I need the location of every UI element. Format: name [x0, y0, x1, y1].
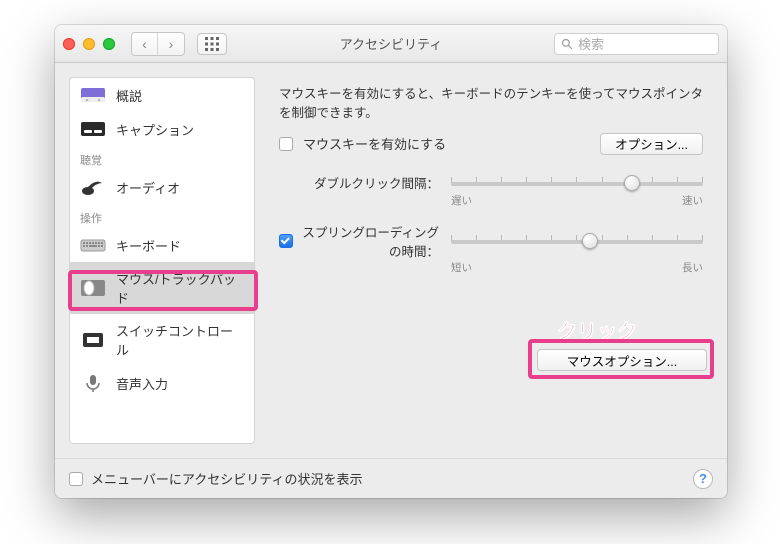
sidebar-item-mouse-trackpad[interactable]: マウス/トラックパッド: [70, 262, 254, 314]
spring-checkbox[interactable]: [279, 234, 293, 248]
close-button[interactable]: [63, 38, 75, 50]
long-label: 長い: [682, 260, 703, 275]
double-click-slider[interactable]: [451, 173, 703, 193]
switch-icon: [80, 330, 106, 350]
audio-icon: [80, 177, 106, 197]
sidebar-item-keyboard[interactable]: キーボード: [70, 228, 254, 262]
microphone-icon: [80, 373, 106, 393]
nav-buttons: ‹ ›: [131, 32, 185, 56]
mousekeys-description: マウスキーを有効にすると、キーボードのテンキーを使ってマウスポインタを制御できま…: [279, 85, 703, 123]
window-title: アクセシビリティ: [340, 34, 443, 53]
minimize-button[interactable]: [83, 38, 95, 50]
sidebar-group-interact: 操作: [70, 204, 254, 228]
mousekeys-label: マウスキーを有効にする: [303, 134, 446, 153]
captions-icon: [80, 119, 106, 139]
sidebar-item-dictation[interactable]: 音声入力: [70, 366, 254, 400]
mousekeys-row: マウスキーを有効にする オプション...: [279, 133, 703, 155]
sidebar-item-captions[interactable]: キャプション: [70, 112, 254, 146]
settings-panel: マウスキーを有効にすると、キーボードのテンキーを使ってマウスポインタを制御できま…: [269, 77, 713, 444]
sidebar-group-hearing: 聴覚: [70, 146, 254, 170]
back-button[interactable]: ‹: [132, 33, 158, 55]
search-placeholder: 検索: [578, 34, 604, 53]
double-click-label: ダブルクリック間隔：: [279, 173, 439, 192]
preferences-window: ‹ › アクセシビリティ 検索: [55, 25, 727, 498]
slow-label: 遅い: [451, 193, 472, 208]
window-controls: [63, 38, 115, 50]
search-field[interactable]: 検索: [554, 33, 719, 55]
zoom-button[interactable]: [103, 38, 115, 50]
sidebar-item-label: オーディオ: [116, 178, 180, 197]
mousekeys-checkbox[interactable]: [279, 137, 293, 151]
sidebar-item-label: キーボード: [116, 236, 181, 255]
mouse-options-button[interactable]: マウスオプション...: [537, 349, 707, 371]
sidebar-item-label: マウス/トラックパッド: [116, 269, 244, 307]
search-icon: [561, 38, 573, 50]
sidebar-item-label: 概説: [116, 86, 142, 105]
sidebar-item-audio[interactable]: オーディオ: [70, 170, 254, 204]
sidebar-item-general[interactable]: 概説: [70, 78, 254, 112]
help-button[interactable]: ?: [693, 469, 713, 489]
double-click-sublabels: 遅い 速い: [451, 193, 703, 208]
spring-label: スプリングローディングの時間：: [299, 222, 439, 260]
menubar-status-checkbox[interactable]: [69, 472, 83, 486]
spring-slider[interactable]: [451, 231, 703, 251]
footer: メニューバーにアクセシビリティの状況を表示 ?: [55, 458, 727, 498]
grid-icon: [205, 37, 219, 51]
sidebar-item-label: キャプション: [116, 120, 194, 139]
sidebar-item-switch-control[interactable]: スイッチコントロール: [70, 314, 254, 366]
category-sidebar: 概説 キャプション 聴覚 オーディオ 操作: [69, 77, 255, 444]
fast-label: 速い: [682, 193, 703, 208]
forward-button[interactable]: ›: [158, 33, 184, 55]
sidebar-item-label: 音声入力: [116, 374, 168, 393]
keyboard-icon: [80, 235, 106, 255]
content-area: 概説 キャプション 聴覚 オーディオ 操作: [55, 63, 727, 458]
spring-sublabels: 短い 長い: [451, 260, 703, 275]
show-all-button[interactable]: [197, 33, 227, 55]
titlebar: ‹ › アクセシビリティ 検索: [55, 25, 727, 63]
mouse-icon: [80, 278, 106, 298]
double-click-row: ダブルクリック間隔：: [279, 173, 703, 193]
menubar-status-label: メニューバーにアクセシビリティの状況を表示: [91, 469, 362, 488]
annotation-click: クリック: [557, 315, 637, 344]
general-icon: [80, 85, 106, 105]
spring-row: スプリングローディングの時間：: [279, 222, 703, 260]
mousekeys-options-button[interactable]: オプション...: [600, 133, 703, 155]
sidebar-item-label: スイッチコントロール: [116, 321, 244, 359]
short-label: 短い: [451, 260, 472, 275]
